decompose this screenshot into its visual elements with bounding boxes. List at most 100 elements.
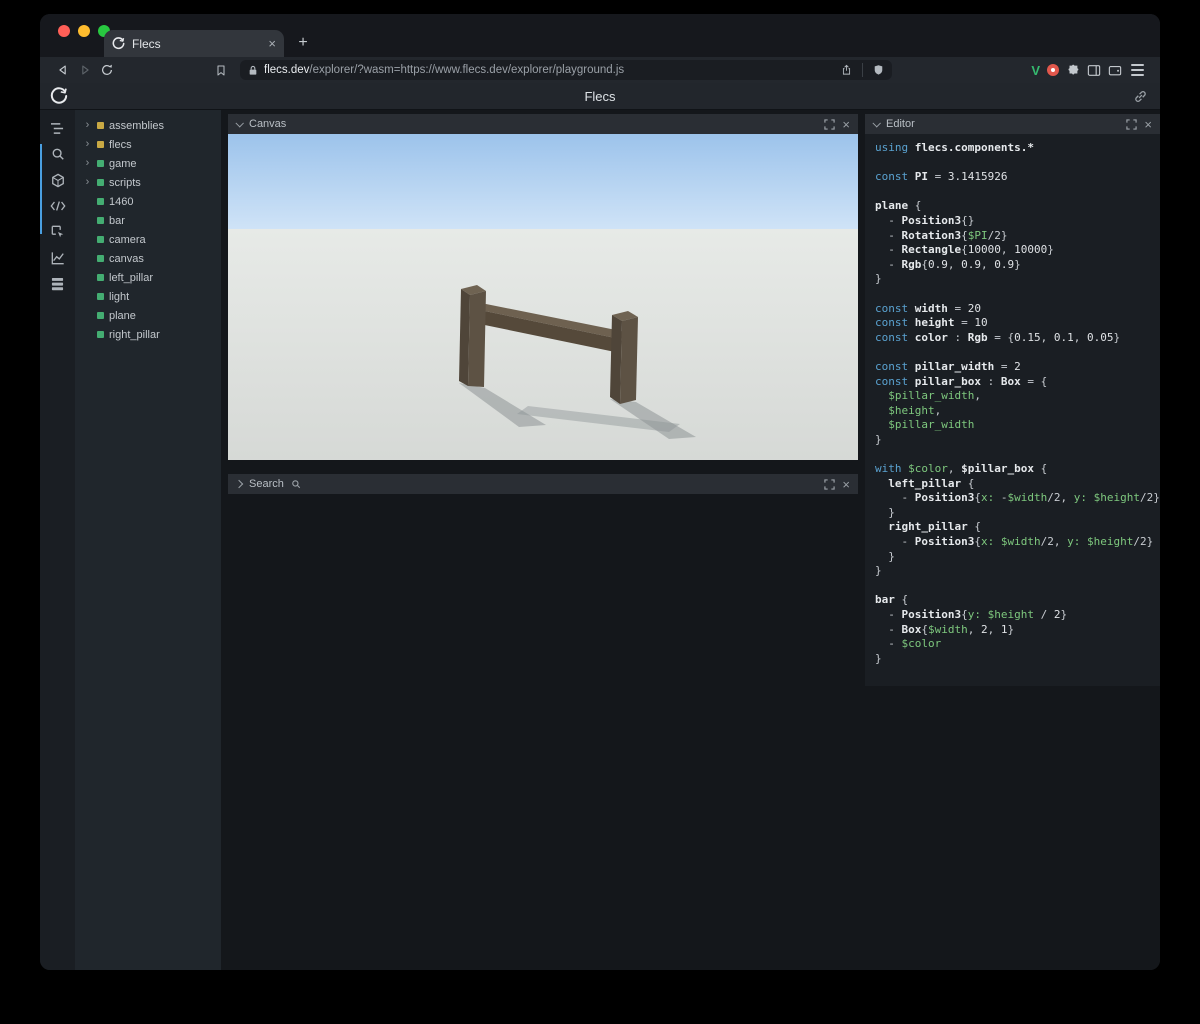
close-panel-icon[interactable]: ×	[842, 478, 850, 491]
entity-tree: › assemblies › flecs › game › scripts 1460 bar cam…	[75, 110, 221, 970]
entity-label: 1460	[109, 195, 134, 208]
right-pillar-front	[610, 315, 622, 404]
tree-item-assemblies[interactable]: › assemblies	[75, 116, 221, 135]
expand-arrow-icon[interactable]: ›	[83, 177, 92, 188]
url-domain: flecs.dev	[264, 64, 310, 76]
code-line: - Rectangle{10000, 10000}	[875, 243, 1054, 257]
code-line: - Rotation3{$PI/2}	[875, 228, 1008, 242]
expand-panel-icon[interactable]	[824, 478, 836, 490]
code-line: }	[875, 651, 882, 665]
minimize-window-button[interactable]	[78, 25, 90, 37]
tree-item-flecs[interactable]: › flecs	[75, 135, 221, 154]
back-icon[interactable]	[52, 60, 74, 80]
tree-item-right_pillar[interactable]: right_pillar	[75, 325, 221, 344]
extension-red-icon[interactable]	[1047, 64, 1059, 76]
wallet-icon[interactable]	[1108, 64, 1122, 77]
code-line: with $color, $pillar_box {	[875, 462, 1048, 476]
entity-color-dot	[97, 236, 104, 243]
right-pillar-side	[620, 317, 638, 404]
tree-item-left_pillar[interactable]: left_pillar	[75, 268, 221, 287]
entity-color-dot	[97, 312, 104, 319]
entity-color-dot	[97, 198, 104, 205]
canvas-panel-header[interactable]: Canvas ×	[228, 114, 858, 134]
queries-list-icon[interactable]	[50, 276, 66, 292]
panel-area: Canvas × Search × Editor × using flecs.c…	[221, 110, 1160, 970]
chevron-right-icon[interactable]	[234, 479, 244, 489]
close-panel-icon[interactable]: ×	[842, 118, 850, 131]
tree-item-scripts[interactable]: › scripts	[75, 173, 221, 192]
entity-color-dot	[97, 293, 104, 300]
expand-arrow-icon[interactable]: ›	[83, 139, 92, 150]
new-tab-button[interactable]: +	[292, 32, 314, 54]
tree-view-icon[interactable]	[50, 120, 66, 136]
canvas-3d-scene[interactable]	[228, 134, 858, 460]
editor-code[interactable]: using flecs.components.* const PI = 3.14…	[865, 134, 1160, 686]
code-line: plane {	[875, 199, 922, 213]
code-editor-icon[interactable]	[49, 198, 66, 214]
stats-chart-icon[interactable]	[50, 250, 66, 266]
code-line: const pillar_box : Box = {	[875, 374, 1048, 388]
editor-panel-title: Editor	[886, 118, 915, 130]
code-line: }	[875, 432, 882, 446]
brave-shield-icon[interactable]	[873, 64, 884, 76]
entities-cube-icon[interactable]	[50, 172, 66, 188]
share-link-icon[interactable]	[1133, 89, 1148, 104]
browser-tab[interactable]: Flecs ×	[104, 30, 284, 57]
toolbar-extensions: V	[1031, 62, 1148, 78]
forward-icon[interactable]	[74, 60, 96, 80]
entity-color-dot	[97, 122, 104, 129]
tree-item-1460[interactable]: 1460	[75, 192, 221, 211]
bookmark-icon[interactable]	[210, 60, 232, 80]
reload-icon[interactable]	[96, 60, 118, 80]
browser-window: Flecs × + flecs.dev/explorer/?wasm=https…	[40, 14, 1160, 970]
tree-item-canvas[interactable]: canvas	[75, 249, 221, 268]
chevron-down-icon[interactable]	[235, 119, 244, 128]
scene-ground	[228, 229, 858, 460]
entity-label: left_pillar	[109, 271, 154, 284]
active-panel-indicator	[40, 144, 42, 234]
tree-item-bar[interactable]: bar	[75, 211, 221, 230]
navigation-bar: flecs.dev/explorer/?wasm=https://www.fle…	[40, 57, 1160, 83]
share-icon[interactable]	[841, 64, 852, 76]
entity-label: canvas	[109, 252, 144, 265]
extension-v-icon[interactable]: V	[1031, 63, 1040, 78]
canvas-panel-title: Canvas	[249, 118, 287, 130]
editor-panel-header[interactable]: Editor ×	[865, 114, 1160, 134]
page-title: Flecs	[584, 88, 616, 104]
scene-sky	[228, 134, 858, 229]
search-panel-header[interactable]: Search ×	[228, 474, 858, 494]
search-tool-icon[interactable]	[50, 146, 66, 162]
expand-arrow-icon[interactable]: ›	[83, 158, 92, 169]
tab-close-icon[interactable]: ×	[268, 37, 276, 50]
menu-icon[interactable]	[1129, 62, 1146, 78]
address-bar[interactable]: flecs.dev/explorer/?wasm=https://www.fle…	[240, 60, 892, 80]
window-controls	[58, 25, 110, 37]
entity-color-dot	[97, 141, 104, 148]
code-line: const color : Rgb = {0.15, 0.1, 0.05}	[875, 330, 1121, 344]
url-path: /explorer/?wasm=https://www.flecs.dev/ex…	[309, 64, 625, 76]
entity-label: game	[109, 157, 137, 170]
sidebar-toggle-icon[interactable]	[1087, 64, 1101, 77]
expand-arrow-icon[interactable]: ›	[83, 120, 92, 131]
tree-item-plane[interactable]: plane	[75, 306, 221, 325]
extensions-puzzle-icon[interactable]	[1066, 63, 1080, 77]
tree-item-light[interactable]: light	[75, 287, 221, 306]
close-panel-icon[interactable]: ×	[1144, 118, 1152, 131]
expand-panel-icon[interactable]	[824, 118, 836, 130]
flecs-favicon-icon	[112, 37, 125, 50]
expand-panel-icon[interactable]	[1126, 118, 1138, 130]
code-line: bar {	[875, 593, 909, 607]
code-line: const height = 10	[875, 316, 988, 330]
chevron-down-icon[interactable]	[872, 119, 881, 128]
close-window-button[interactable]	[58, 25, 70, 37]
code-line: - Position3{y: $height / 2}	[875, 608, 1068, 621]
editor-panel: Editor × using flecs.components.* const …	[865, 114, 1160, 686]
code-line: const pillar_width = 2	[875, 359, 1021, 373]
code-line: $height,	[875, 403, 942, 417]
tree-item-camera[interactable]: camera	[75, 230, 221, 249]
code-line: $pillar_width	[875, 418, 975, 432]
code-line: - $color	[875, 637, 942, 651]
inspector-cursor-icon[interactable]	[50, 224, 66, 240]
tree-item-game[interactable]: › game	[75, 154, 221, 173]
